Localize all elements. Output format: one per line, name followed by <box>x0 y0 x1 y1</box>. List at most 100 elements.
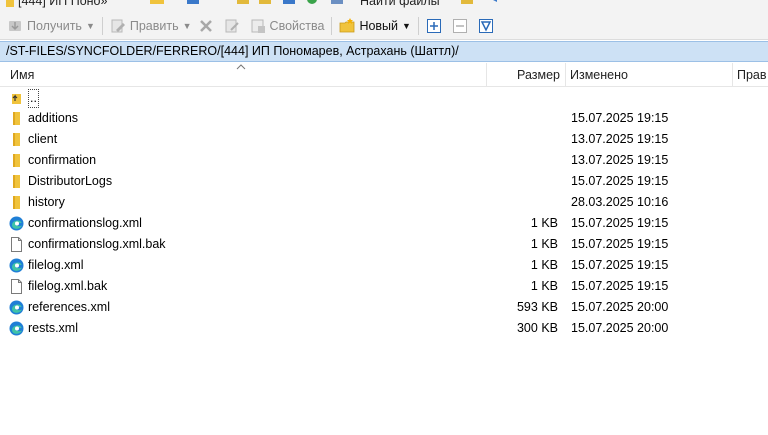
refresh-icon[interactable] <box>305 0 319 8</box>
file-modified: 15.07.2025 19:15 <box>571 111 669 125</box>
file-list: .. additions 15.07.2025 19:15 client 13.… <box>0 87 768 339</box>
file-name: confirmationslog.xml.bak <box>28 237 166 251</box>
edge-xml-icon <box>9 300 24 315</box>
file-modified: 28.03.2025 10:16 <box>571 195 669 209</box>
list-item[interactable]: client 13.07.2025 19:15 <box>0 129 768 150</box>
file-modified: 15.07.2025 20:00 <box>571 321 669 335</box>
list-item[interactable]: .. <box>0 87 768 108</box>
bookmark-icon[interactable] <box>236 0 250 8</box>
minus-box-icon <box>452 18 467 33</box>
file-size: 1 KB <box>530 279 558 293</box>
column-size[interactable]: Размер <box>487 63 560 87</box>
filter-icon <box>478 18 493 33</box>
download-icon <box>9 20 21 31</box>
file-name: confirmationslog.xml <box>28 216 142 230</box>
unselect-button[interactable] <box>449 15 475 37</box>
file-modified: 15.07.2025 19:15 <box>571 258 669 272</box>
filter-button[interactable] <box>475 15 501 37</box>
file-name: .. <box>28 89 39 108</box>
toolbar-divider <box>417 16 419 35</box>
file-modified: 15.07.2025 19:15 <box>571 237 669 251</box>
file-name: additions <box>28 111 79 125</box>
file-modified: 13.07.2025 19:15 <box>571 153 669 167</box>
list-item[interactable]: confirmation 13.07.2025 19:15 <box>0 150 768 171</box>
edit-label: Править <box>129 18 179 33</box>
file-size: 1 KB <box>530 216 558 230</box>
queue-icon[interactable] <box>460 0 474 8</box>
file-name: rests.xml <box>28 321 78 335</box>
column-modified[interactable]: Изменено <box>570 63 628 87</box>
folder-icon <box>13 196 20 209</box>
list-item[interactable]: confirmationslog.xml 1 KB 15.07.2025 19:… <box>0 213 768 234</box>
rename-icon <box>225 19 239 32</box>
file-modified: 15.07.2025 20:00 <box>571 300 669 314</box>
chevron-down-icon: ▼ <box>182 20 192 31</box>
open-folder-icon[interactable] <box>150 0 164 8</box>
column-name[interactable]: Имя <box>10 63 34 87</box>
file-size: 593 KB <box>516 300 558 314</box>
new-button[interactable]: Новый ▼ <box>336 15 414 37</box>
select-button[interactable] <box>423 15 449 37</box>
list-item[interactable]: confirmationslog.xml.bak 1 KB 15.07.2025… <box>0 234 768 255</box>
list-item[interactable]: history 28.03.2025 10:16 <box>0 192 768 213</box>
file-modified: 13.07.2025 19:15 <box>571 132 669 146</box>
folder-icon <box>13 112 20 125</box>
list-item[interactable]: DistributorLogs 15.07.2025 19:15 <box>0 171 768 192</box>
toolbar-divider <box>331 16 333 35</box>
rename-button[interactable] <box>221 15 247 37</box>
folder-icon <box>6 0 14 7</box>
list-item[interactable]: filelog.xml 1 KB 15.07.2025 19:15 <box>0 255 768 276</box>
column-rights[interactable]: Прав <box>737 63 767 87</box>
file-toolbar: Получить ▼ Править ▼ Свойства Новый ▼ <box>0 12 768 40</box>
file-icon <box>11 279 22 294</box>
column-divider[interactable] <box>565 63 566 87</box>
file-name: confirmation <box>28 153 97 167</box>
column-divider[interactable] <box>732 63 733 87</box>
sort-ascending-icon <box>236 64 246 70</box>
edge-xml-icon <box>9 258 24 273</box>
file-name: history <box>28 195 65 209</box>
delete-x-icon <box>199 19 212 32</box>
folder-icon <box>13 175 20 188</box>
delete-button[interactable] <box>195 15 221 37</box>
file-name: references.xml <box>28 300 110 314</box>
file-icon <box>11 237 22 252</box>
get-label: Получить <box>27 18 82 33</box>
file-size: 1 KB <box>530 237 558 251</box>
folder-icon <box>13 133 20 146</box>
save-icon[interactable] <box>282 0 296 8</box>
file-size: 300 KB <box>516 321 558 335</box>
file-name: filelog.xml.bak <box>28 279 108 293</box>
file-size: 1 KB <box>530 258 558 272</box>
file-modified: 15.07.2025 19:15 <box>571 279 669 293</box>
new-folder-icon <box>340 17 355 32</box>
find-files-button[interactable]: Найти файлы <box>360 0 440 8</box>
edit-button[interactable]: Править ▼ <box>107 15 195 37</box>
new-label: Новый <box>359 18 399 33</box>
plus-box-icon <box>426 18 441 33</box>
chevron-down-icon: ▼ <box>85 20 95 31</box>
find-icon[interactable] <box>330 0 344 8</box>
list-item[interactable]: additions 15.07.2025 19:15 <box>0 108 768 129</box>
path-bar[interactable]: /ST-FILES/SYNCFOLDER/FERRERO/[444] ИП По… <box>0 41 768 62</box>
file-name: filelog.xml <box>28 258 84 272</box>
toolbar-divider <box>101 16 103 35</box>
drive-icon[interactable] <box>186 0 200 8</box>
column-header: Имя Размер Изменено Прав <box>0 63 768 87</box>
properties-button[interactable]: Свойства <box>247 15 328 37</box>
list-item[interactable]: filelog.xml.bak 1 KB 15.07.2025 19:15 <box>0 276 768 297</box>
list-item[interactable]: references.xml 593 KB 15.07.2025 20:00 <box>0 297 768 318</box>
properties-icon <box>251 19 265 33</box>
edit-doc-icon[interactable] <box>258 0 272 8</box>
edge-xml-icon <box>9 321 24 336</box>
pencil-icon <box>111 19 125 32</box>
session-tab[interactable]: [444] ИП Поно» <box>18 0 107 10</box>
back-arrow-icon[interactable] <box>490 0 504 8</box>
chevron-down-icon: ▼ <box>402 20 411 31</box>
get-button[interactable]: Получить ▼ <box>4 15 98 37</box>
file-modified: 15.07.2025 19:15 <box>571 216 669 230</box>
parent-directory-icon <box>12 94 21 104</box>
file-name: client <box>28 132 58 146</box>
folder-icon <box>13 154 20 167</box>
list-item[interactable]: rests.xml 300 KB 15.07.2025 20:00 <box>0 318 768 339</box>
